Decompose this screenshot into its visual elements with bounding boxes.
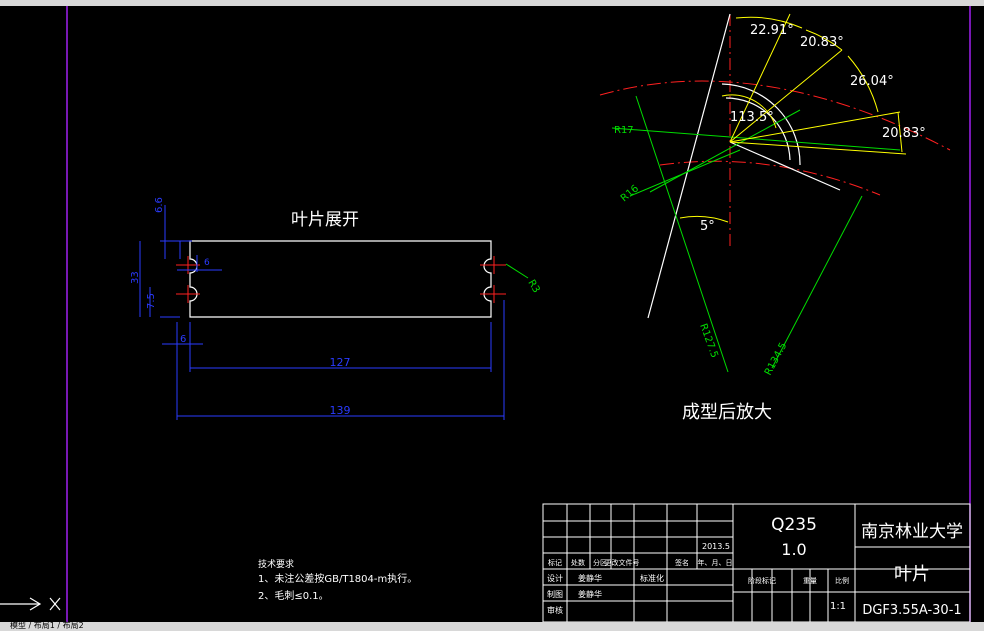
label-weight: 重量 [803, 577, 817, 585]
label-standardize: 标准化 [640, 573, 664, 583]
dim-r3: R3 [525, 278, 541, 295]
material-label: Q235 [771, 515, 817, 535]
blade-left-edge [647, 13, 731, 319]
dim-r134-5: R134.5 [763, 341, 789, 378]
col-doc: 更改文件号 [605, 558, 640, 567]
angle-20-83-right: 20.83° [882, 126, 926, 141]
layout-tabs[interactable]: 模型 / 布局1 / 布局2 [10, 621, 84, 631]
dim-r16: R16 [619, 183, 641, 204]
label-draw: 制图 [547, 589, 563, 599]
dim-33: 33 [130, 271, 141, 284]
designer-name: 姜静华 [578, 573, 602, 583]
dim-6-6: 6.6 [154, 197, 165, 213]
flat-blade-view [139, 205, 529, 420]
label-scale: 比例 [835, 576, 849, 585]
tech-notes-heading: 技术要求 [258, 558, 294, 570]
tech-note-2: 2、毛刺≤0.1。 [258, 590, 329, 602]
col-mark: 标记 [548, 558, 562, 567]
angle-26-04: 26.04° [850, 74, 894, 89]
col-sign: 签名 [675, 558, 689, 567]
dim-6-notch: 6 [204, 258, 210, 268]
dim-7-5: 7.5 [146, 293, 157, 309]
date-value: 2013.5 [702, 542, 730, 551]
school-name: 南京林业大学 [861, 522, 963, 542]
flat-view-title: 叶片展开 [291, 210, 359, 230]
dim-127: 127 [330, 356, 351, 369]
formed-view-title: 成型后放大 [682, 402, 772, 423]
scale-value: 1:1 [830, 601, 846, 612]
formed-blade-view [599, 13, 951, 373]
label-design: 设计 [547, 573, 563, 583]
dim-139: 139 [330, 404, 351, 417]
flat-dimension-lines [139, 205, 505, 420]
notch-centerlines [176, 256, 506, 303]
label-review: 审核 [547, 605, 563, 615]
dim-r127-5: R127.5 [697, 322, 720, 359]
dim-6-edge: 6 [180, 334, 186, 345]
angle-22-91: 22.91° [750, 23, 794, 38]
angle-113-5: 113.5° [730, 110, 774, 125]
arc-centerline-bottom [659, 160, 881, 196]
angle-dimension-lines [679, 13, 907, 223]
tech-note-1: 1、未注公差按GB/T1804-m执行。 [258, 572, 417, 585]
drawing-canvas[interactable]: 叶片展开 6.6 33 7.5 6 6 127 139 R3 22.91° 20… [0, 0, 984, 631]
col-date: 年、月、日 [698, 558, 733, 567]
checker-name: 姜静华 [578, 589, 602, 599]
angle-20-83-top: 20.83° [800, 35, 844, 50]
angle-5: 5° [700, 219, 715, 234]
blade-right-edge [729, 141, 841, 191]
ucs-icon [0, 597, 61, 611]
label-stage: 阶段标记 [748, 576, 776, 585]
blade-outline [189, 240, 492, 318]
dim-r17: R17 [614, 125, 634, 136]
thickness-label: 1.0 [781, 540, 806, 559]
drawing-number: DGF3.55A-30-1 [862, 603, 961, 618]
col-count: 处数 [571, 558, 585, 567]
part-name: 叶片 [894, 564, 930, 585]
command-line[interactable]: 模型 / 布局1 / 布局2 [0, 621, 984, 631]
r3-leader [505, 263, 529, 279]
